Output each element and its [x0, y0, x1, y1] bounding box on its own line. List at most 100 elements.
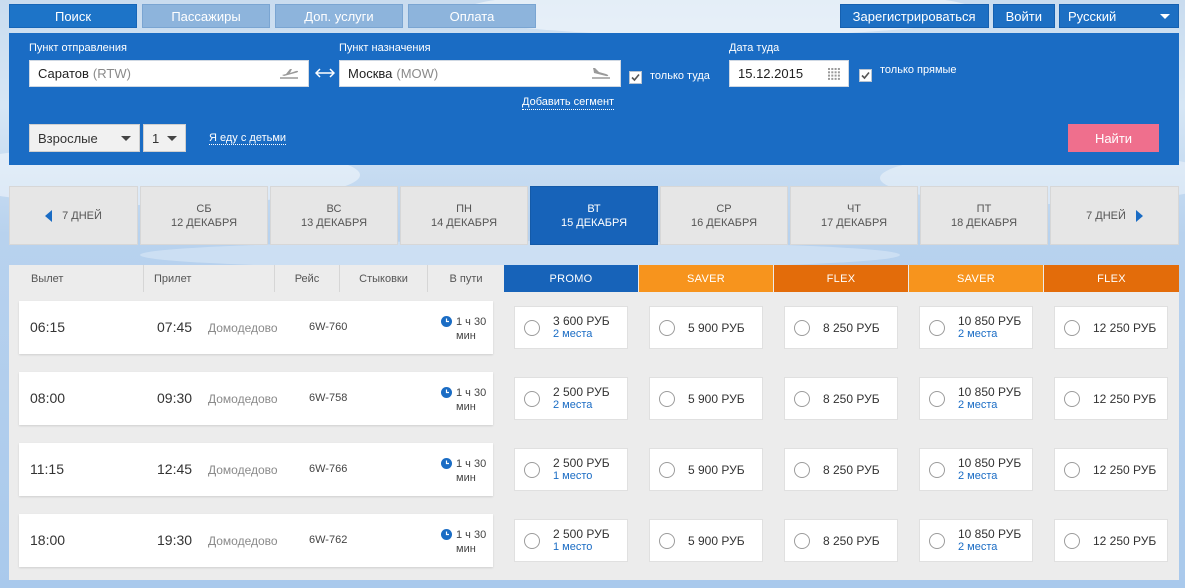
fare-price: 10 850 РУБ	[958, 456, 1022, 470]
swap-icon[interactable]	[315, 68, 335, 78]
date-day: 18 ДЕКАБРЯ	[950, 216, 1018, 229]
fare-price: 5 900 РУБ	[688, 534, 745, 548]
fare-header-saver: SAVER	[909, 265, 1043, 292]
register-button[interactable]: Зарегистрироваться	[839, 4, 989, 28]
calendar-icon[interactable]	[828, 68, 840, 80]
fare-radio[interactable]	[1064, 533, 1080, 549]
fare-radio[interactable]	[659, 533, 675, 549]
fare-radio[interactable]	[794, 320, 810, 336]
tab-extra-services[interactable]: Доп. услуги	[275, 4, 403, 28]
date-tab[interactable]: СБ 12 ДЕКАБРЯ	[140, 186, 268, 245]
fare-option[interactable]: 5 900 РУБ	[649, 448, 763, 491]
fare-option[interactable]: 12 250 РУБ	[1054, 306, 1168, 349]
fare-option[interactable]: 5 900 РУБ	[649, 519, 763, 562]
clock-icon	[441, 387, 452, 398]
fare-radio[interactable]	[659, 391, 675, 407]
language-value: Русский	[1068, 8, 1117, 24]
fare-radio[interactable]	[1064, 462, 1080, 478]
flight-number: 6W-760	[309, 321, 348, 333]
fare-radio[interactable]	[524, 320, 540, 336]
fare-price: 2 500 РУБ	[553, 456, 610, 470]
date-tab[interactable]: ЧТ 17 ДЕКАБРЯ	[790, 186, 918, 245]
prev-week-button[interactable]: 7 ДНЕЙ	[9, 186, 138, 245]
col-departure: Вылет	[9, 265, 144, 292]
language-select[interactable]: Русский	[1059, 4, 1179, 28]
fare-radio[interactable]	[1064, 320, 1080, 336]
date-tab[interactable]: СР 16 ДЕКАБРЯ	[660, 186, 788, 245]
fare-radio[interactable]	[524, 462, 540, 478]
date-tab-selected[interactable]: ВТ 15 ДЕКАБРЯ	[530, 186, 658, 245]
fare-option[interactable]: 2 500 РУБ 1 место	[514, 448, 628, 491]
fare-radio[interactable]	[794, 462, 810, 478]
find-button[interactable]: Найти	[1068, 124, 1159, 152]
fare-radio[interactable]	[929, 533, 945, 549]
fare-option[interactable]: 2 500 РУБ 1 место	[514, 519, 628, 562]
to-city: Москва	[348, 66, 393, 81]
flight-duration: 1 ч 30 мин	[456, 316, 487, 342]
fare-price: 8 250 РУБ	[823, 463, 880, 477]
date-dow: ПТ	[976, 202, 992, 215]
fare-price: 2 500 РУБ	[553, 385, 610, 399]
passenger-count-select[interactable]: 1	[143, 124, 186, 152]
fare-option[interactable]: 12 250 РУБ	[1054, 448, 1168, 491]
arrival-plane-icon	[592, 68, 610, 79]
with-children-link[interactable]: Я еду с детьми	[209, 132, 287, 145]
fare-option[interactable]: 8 250 РУБ	[784, 519, 898, 562]
fare-option[interactable]: 10 850 РУБ 2 места	[919, 519, 1033, 562]
fare-option[interactable]: 5 900 РУБ	[649, 377, 763, 420]
from-code: (RTW)	[92, 66, 131, 81]
flight-number: 6W-762	[309, 534, 348, 546]
col-arrival: Прилет	[144, 265, 275, 292]
oneway-checkbox[interactable]	[629, 71, 642, 84]
date-day: 13 ДЕКАБРЯ	[300, 216, 368, 229]
fare-option[interactable]: 10 850 РУБ 2 места	[919, 306, 1033, 349]
fare-radio[interactable]	[659, 320, 675, 336]
login-button[interactable]: Войти	[992, 4, 1055, 28]
fare-option[interactable]: 8 250 РУБ	[784, 448, 898, 491]
fare-radio[interactable]	[524, 533, 540, 549]
to-label: Пункт назначения	[339, 42, 431, 54]
tab-passengers[interactable]: Пассажиры	[142, 4, 270, 28]
arrival-time: 07:45	[157, 319, 193, 335]
fare-radio[interactable]	[659, 462, 675, 478]
passenger-type-select[interactable]: Взрослые	[29, 124, 140, 152]
fare-option[interactable]: 12 250 РУБ	[1054, 377, 1168, 420]
add-segment-link[interactable]: Добавить сегмент	[522, 96, 615, 110]
fare-option[interactable]: 3 600 РУБ 2 места	[514, 306, 628, 349]
date-tab[interactable]: ВС 13 ДЕКАБРЯ	[270, 186, 398, 245]
clock-icon	[441, 316, 452, 327]
fare-radio[interactable]	[929, 391, 945, 407]
seats-left: 2 места	[958, 541, 998, 553]
to-field[interactable]: Москва (MOW)	[339, 60, 621, 87]
tab-payment[interactable]: Оплата	[408, 4, 536, 28]
fare-header-flex: FLEX	[774, 265, 908, 292]
from-city: Саратов	[38, 66, 89, 81]
next-week-button[interactable]: 7 ДНЕЙ	[1050, 186, 1179, 245]
oneway-label: только туда	[650, 70, 710, 82]
fare-option[interactable]: 12 250 РУБ	[1054, 519, 1168, 562]
from-field[interactable]: Саратов (RTW)	[29, 60, 309, 87]
date-tab[interactable]: ПН 14 ДЕКАБРЯ	[400, 186, 528, 245]
fare-option[interactable]: 8 250 РУБ	[784, 306, 898, 349]
fare-radio[interactable]	[794, 533, 810, 549]
date-value: 15.12.2015	[738, 66, 804, 81]
date-tab[interactable]: ПТ 18 ДЕКАБРЯ	[920, 186, 1048, 245]
fare-radio[interactable]	[1064, 391, 1080, 407]
flight-row: 08:00 09:30 Домодедово 6W-758 1 ч 30 мин	[19, 372, 493, 425]
fare-price: 12 250 РУБ	[1093, 463, 1157, 477]
fare-radio[interactable]	[794, 391, 810, 407]
fare-option[interactable]: 10 850 РУБ 2 места	[919, 377, 1033, 420]
fare-radio[interactable]	[929, 462, 945, 478]
fare-option[interactable]: 8 250 РУБ	[784, 377, 898, 420]
date-field[interactable]: 15.12.2015	[729, 60, 849, 87]
date-dow: ВТ	[587, 202, 601, 215]
direct-only-checkbox[interactable]	[859, 69, 872, 82]
fare-option[interactable]: 5 900 РУБ	[649, 306, 763, 349]
fare-radio[interactable]	[929, 320, 945, 336]
fare-option[interactable]: 2 500 РУБ 2 места	[514, 377, 628, 420]
fare-radio[interactable]	[524, 391, 540, 407]
fare-option[interactable]: 10 850 РУБ 2 места	[919, 448, 1033, 491]
departure-time: 18:00	[30, 532, 66, 548]
fare-header-promo: PROMO	[504, 265, 638, 292]
tab-search[interactable]: Поиск	[9, 4, 137, 28]
